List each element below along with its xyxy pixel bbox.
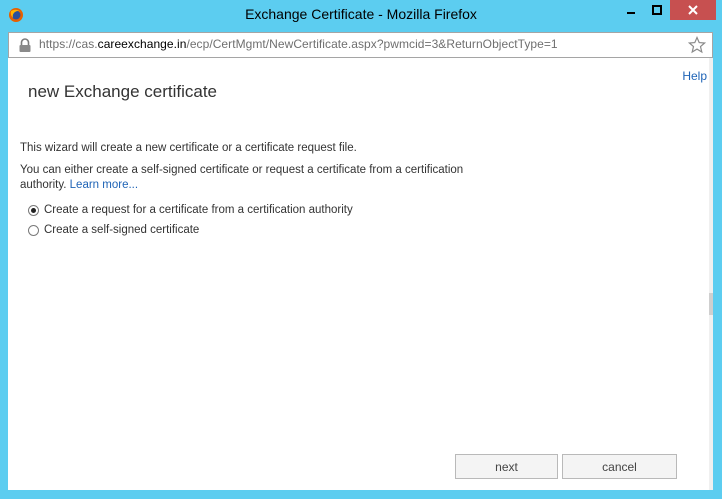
url-host: careexchange.in xyxy=(97,37,187,51)
browser-window: Exchange Certificate - Mozilla Firefox h… xyxy=(0,0,722,499)
option-ca-request[interactable]: Create a request for a certificate from … xyxy=(28,204,353,216)
scrollbar-thumb[interactable] xyxy=(709,293,713,315)
window-title: Exchange Certificate - Mozilla Firefox xyxy=(245,6,477,22)
help-link[interactable]: Help xyxy=(682,69,707,83)
radio-self-signed[interactable] xyxy=(28,224,39,236)
address-bar[interactable]: https://cas.careexchange.in/ecp/CertMgmt… xyxy=(8,32,713,58)
scrollbar[interactable] xyxy=(709,58,713,490)
learn-more-link[interactable]: Learn more... xyxy=(70,179,138,191)
cancel-button[interactable]: cancel xyxy=(562,454,677,479)
intro-text: This wizard will create a new certificat… xyxy=(20,142,357,154)
page-title: new Exchange certificate xyxy=(28,82,217,101)
url-path: /ecp/CertMgmt/NewCertificate.aspx?pwmcid… xyxy=(186,37,558,51)
window-controls xyxy=(618,0,716,20)
star-icon[interactable] xyxy=(688,36,706,54)
title-bar: Exchange Certificate - Mozilla Firefox xyxy=(0,0,722,32)
close-button[interactable] xyxy=(670,0,716,20)
maximize-button[interactable] xyxy=(644,0,670,20)
option-self-signed[interactable]: Create a self-signed certificate xyxy=(28,224,199,236)
description-paragraph: You can either create a self-signed cert… xyxy=(20,163,490,193)
close-icon xyxy=(688,5,698,15)
radio-ca-request[interactable] xyxy=(28,204,39,216)
url-prefix: https://cas. xyxy=(39,37,98,51)
option-self-signed-label: Create a self-signed certificate xyxy=(44,224,200,236)
maximize-icon xyxy=(652,5,662,15)
next-button[interactable]: next xyxy=(455,454,558,479)
option-ca-request-label: Create a request for a certificate from … xyxy=(44,204,353,216)
minimize-button[interactable] xyxy=(618,0,644,20)
minimize-icon xyxy=(627,12,635,14)
url-text[interactable]: https://cas.careexchange.in/ecp/CertMgmt… xyxy=(39,37,558,51)
page-content: Help new Exchange certificate This wizar… xyxy=(8,58,713,490)
lock-icon xyxy=(19,38,31,52)
